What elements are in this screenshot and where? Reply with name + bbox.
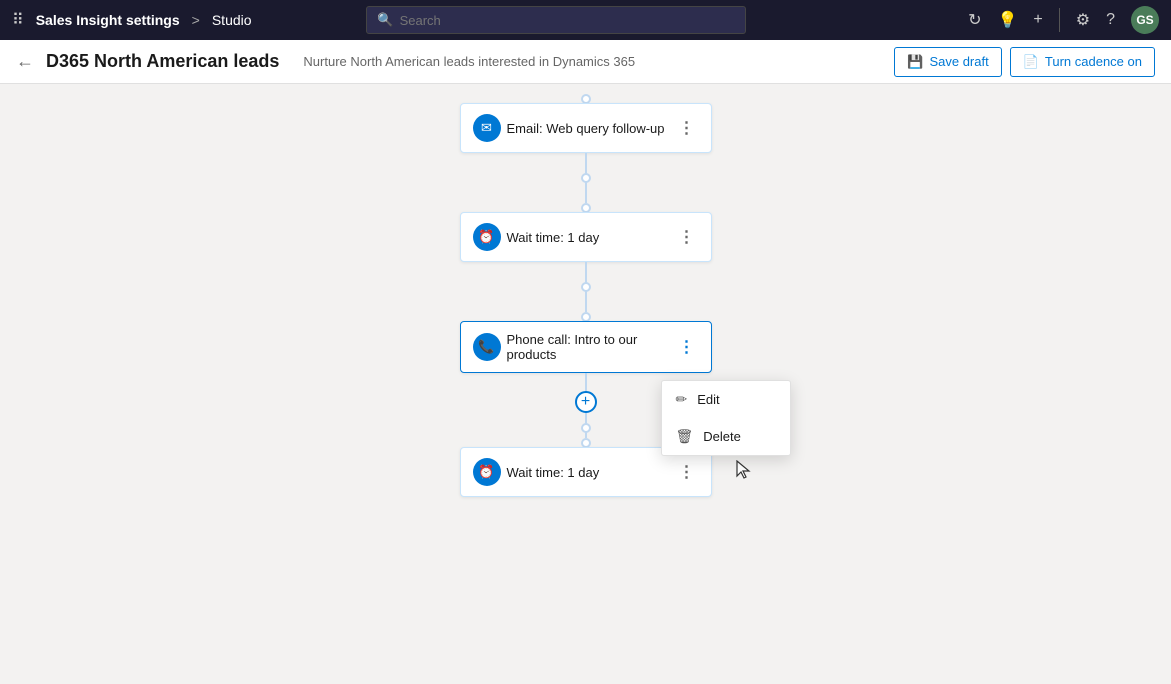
step-card-wait1: ⏰ Wait time: 1 day ⋮: [460, 212, 712, 262]
step1-more-button[interactable]: ⋮: [675, 118, 699, 138]
back-button[interactable]: ←: [16, 51, 34, 72]
app-grid-icon[interactable]: ⠿: [12, 10, 24, 30]
avatar[interactable]: GS: [1131, 6, 1159, 34]
step2-more-button[interactable]: ⋮: [675, 227, 699, 247]
connector-line-2b: [585, 294, 587, 312]
step3-label: Phone call: Intro to our products: [507, 332, 675, 362]
add-step-button[interactable]: +: [575, 391, 597, 413]
search-icon: 🔍: [377, 12, 393, 28]
step-card-email: ✉ Email: Web query follow-up ⋮: [460, 103, 712, 153]
connector-line-3: [585, 373, 587, 391]
turn-cadence-on-button[interactable]: 📄 Turn cadence on: [1010, 47, 1155, 77]
top-nav: ⠿ Sales Insight settings > Studio 🔍 ↻ 💡 …: [0, 0, 1171, 40]
app-title: Sales Insight settings: [36, 12, 180, 28]
connector-line-3c: [585, 435, 587, 438]
save-icon: 💾: [907, 54, 923, 70]
connector-3: +: [585, 373, 587, 438]
step2-label: Wait time: 1 day: [507, 230, 675, 245]
step4-label: Wait time: 1 day: [507, 465, 675, 480]
connector-1: [585, 153, 587, 203]
step1-label: Email: Web query follow-up: [507, 121, 675, 136]
breadcrumb-sep: >: [192, 12, 200, 28]
save-draft-label: Save draft: [929, 54, 988, 69]
email-icon: ✉: [473, 114, 501, 142]
turn-cadence-label: Turn cadence on: [1045, 54, 1142, 69]
cursor-pointer: [736, 460, 752, 480]
lightbulb-icon[interactable]: 💡: [997, 10, 1017, 30]
connector-line-1b: [585, 185, 587, 203]
step3-more-button[interactable]: ⋮: [675, 337, 699, 357]
connector-line-3b: [585, 413, 587, 421]
canvas: ✉ Email: Web query follow-up ⋮ ⏰ Wait ti…: [0, 84, 1171, 684]
nav-actions: 💾 Save draft 📄 Turn cadence on: [894, 47, 1155, 77]
plus-icon[interactable]: +: [1033, 11, 1042, 29]
connector-line-2: [585, 262, 587, 280]
nav-icons: ↻ 💡 + ⚙ ? GS: [968, 6, 1159, 34]
connector-dot-3: [581, 423, 591, 433]
clock1-icon: ⏰: [473, 223, 501, 251]
secondary-nav: ← D365 North American leads Nurture Nort…: [0, 40, 1171, 84]
settings-icon[interactable]: ⚙: [1076, 10, 1090, 30]
step-card-phone: 📞 Phone call: Intro to our products ⋮: [460, 321, 712, 373]
clock2-icon: ⏰: [473, 458, 501, 486]
search-box[interactable]: 🔍: [366, 6, 746, 34]
context-menu-delete[interactable]: 🗑 Delete: [662, 418, 790, 455]
cadence-icon: 📄: [1023, 54, 1039, 70]
search-input[interactable]: [400, 13, 736, 28]
help-icon[interactable]: ?: [1106, 11, 1115, 29]
connector-line-1: [585, 153, 587, 171]
studio-label: Studio: [212, 12, 252, 28]
connector-dot-2: [581, 282, 591, 292]
phone-icon: 📞: [473, 333, 501, 361]
connector-2: [585, 262, 587, 312]
step4-more-button[interactable]: ⋮: [675, 462, 699, 482]
page-title: D365 North American leads: [46, 51, 279, 72]
nav-divider: [1059, 8, 1060, 32]
context-menu: ✏ Edit 🗑 Delete: [661, 380, 791, 456]
page-subtitle: Nurture North American leads interested …: [303, 54, 635, 69]
delete-label: Delete: [703, 429, 741, 444]
refresh-icon[interactable]: ↻: [968, 10, 981, 30]
edit-icon: ✏: [676, 391, 688, 408]
connector-dot-1: [581, 173, 591, 183]
edit-label: Edit: [697, 392, 719, 407]
delete-icon: 🗑: [676, 428, 694, 445]
context-menu-edit[interactable]: ✏ Edit: [662, 381, 790, 418]
save-draft-button[interactable]: 💾 Save draft: [894, 47, 1001, 77]
